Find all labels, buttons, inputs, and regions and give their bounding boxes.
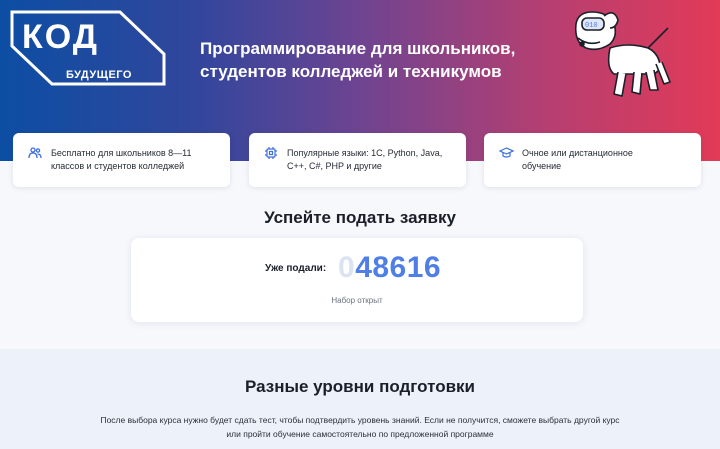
counter-number: 48616 — [355, 251, 442, 284]
levels-heading: Разные уровни подготовки — [244, 377, 475, 396]
feature-text: Бесплатно для школьников 8—11 классов и … — [51, 147, 192, 173]
feature-line: Популярные языки: 1С, Python, Java, — [287, 148, 443, 158]
counter-ghost-digit: 0 — [338, 251, 356, 284]
feature-line: обучение — [522, 161, 562, 171]
levels-desc-line: После выбора курса нужно будет сдать тес… — [100, 415, 620, 425]
kod-budushchego-logo[interactable]: КОД БУДУЩЕГО — [8, 8, 168, 88]
counter-value: 048616 — [338, 251, 441, 285]
robot-badge-text: 010 — [585, 22, 598, 30]
feature-line: Очное или дистанционное — [522, 148, 633, 158]
levels-desc-line: или пройти обучение самостоятельно по пр… — [226, 429, 494, 439]
logo-sub-text: БУДУЩЕГО — [66, 69, 132, 81]
robot-dog-illustration: 010 — [574, 11, 671, 97]
feature-line: классов и студентов колледжей — [51, 161, 185, 171]
feature-card-languages: Популярные языки: 1С, Python, Java, C++,… — [249, 133, 466, 187]
feature-text: Очное или дистанционное обучение — [522, 147, 633, 173]
feature-line: Бесплатно для школьников 8—11 — [51, 148, 192, 158]
feature-text: Популярные языки: 1С, Python, Java, C++,… — [287, 147, 442, 173]
feature-line: C++, C#, PHP и другие — [287, 161, 382, 171]
logo-main-text: КОД — [22, 18, 99, 56]
levels-section: Разные уровни подготовки После выбора ку… — [0, 349, 720, 449]
feature-card-free: Бесплатно для школьников 8—11 классов и … — [13, 133, 230, 187]
counter-label: Уже подали: — [265, 263, 327, 274]
hero-title-line1: Программирование для школьников, — [200, 39, 516, 58]
graduation-cap-icon — [496, 143, 516, 163]
enrollment-status: Набор открыт — [331, 296, 383, 305]
users-icon — [25, 143, 45, 163]
apply-heading: Успейте подать заявку — [264, 208, 456, 227]
feature-card-format: Очное или дистанционное обучение — [484, 133, 701, 187]
hero-title: Программирование для школьников, студент… — [200, 37, 530, 83]
applications-counter-card: Уже подали: 048616 Набор открыт — [131, 238, 583, 322]
chip-icon — [261, 143, 281, 163]
hero-title-line2: студентов колледжей и техникумов — [200, 62, 502, 81]
levels-description: После выбора курса нужно будет сдать тес… — [60, 413, 660, 441]
